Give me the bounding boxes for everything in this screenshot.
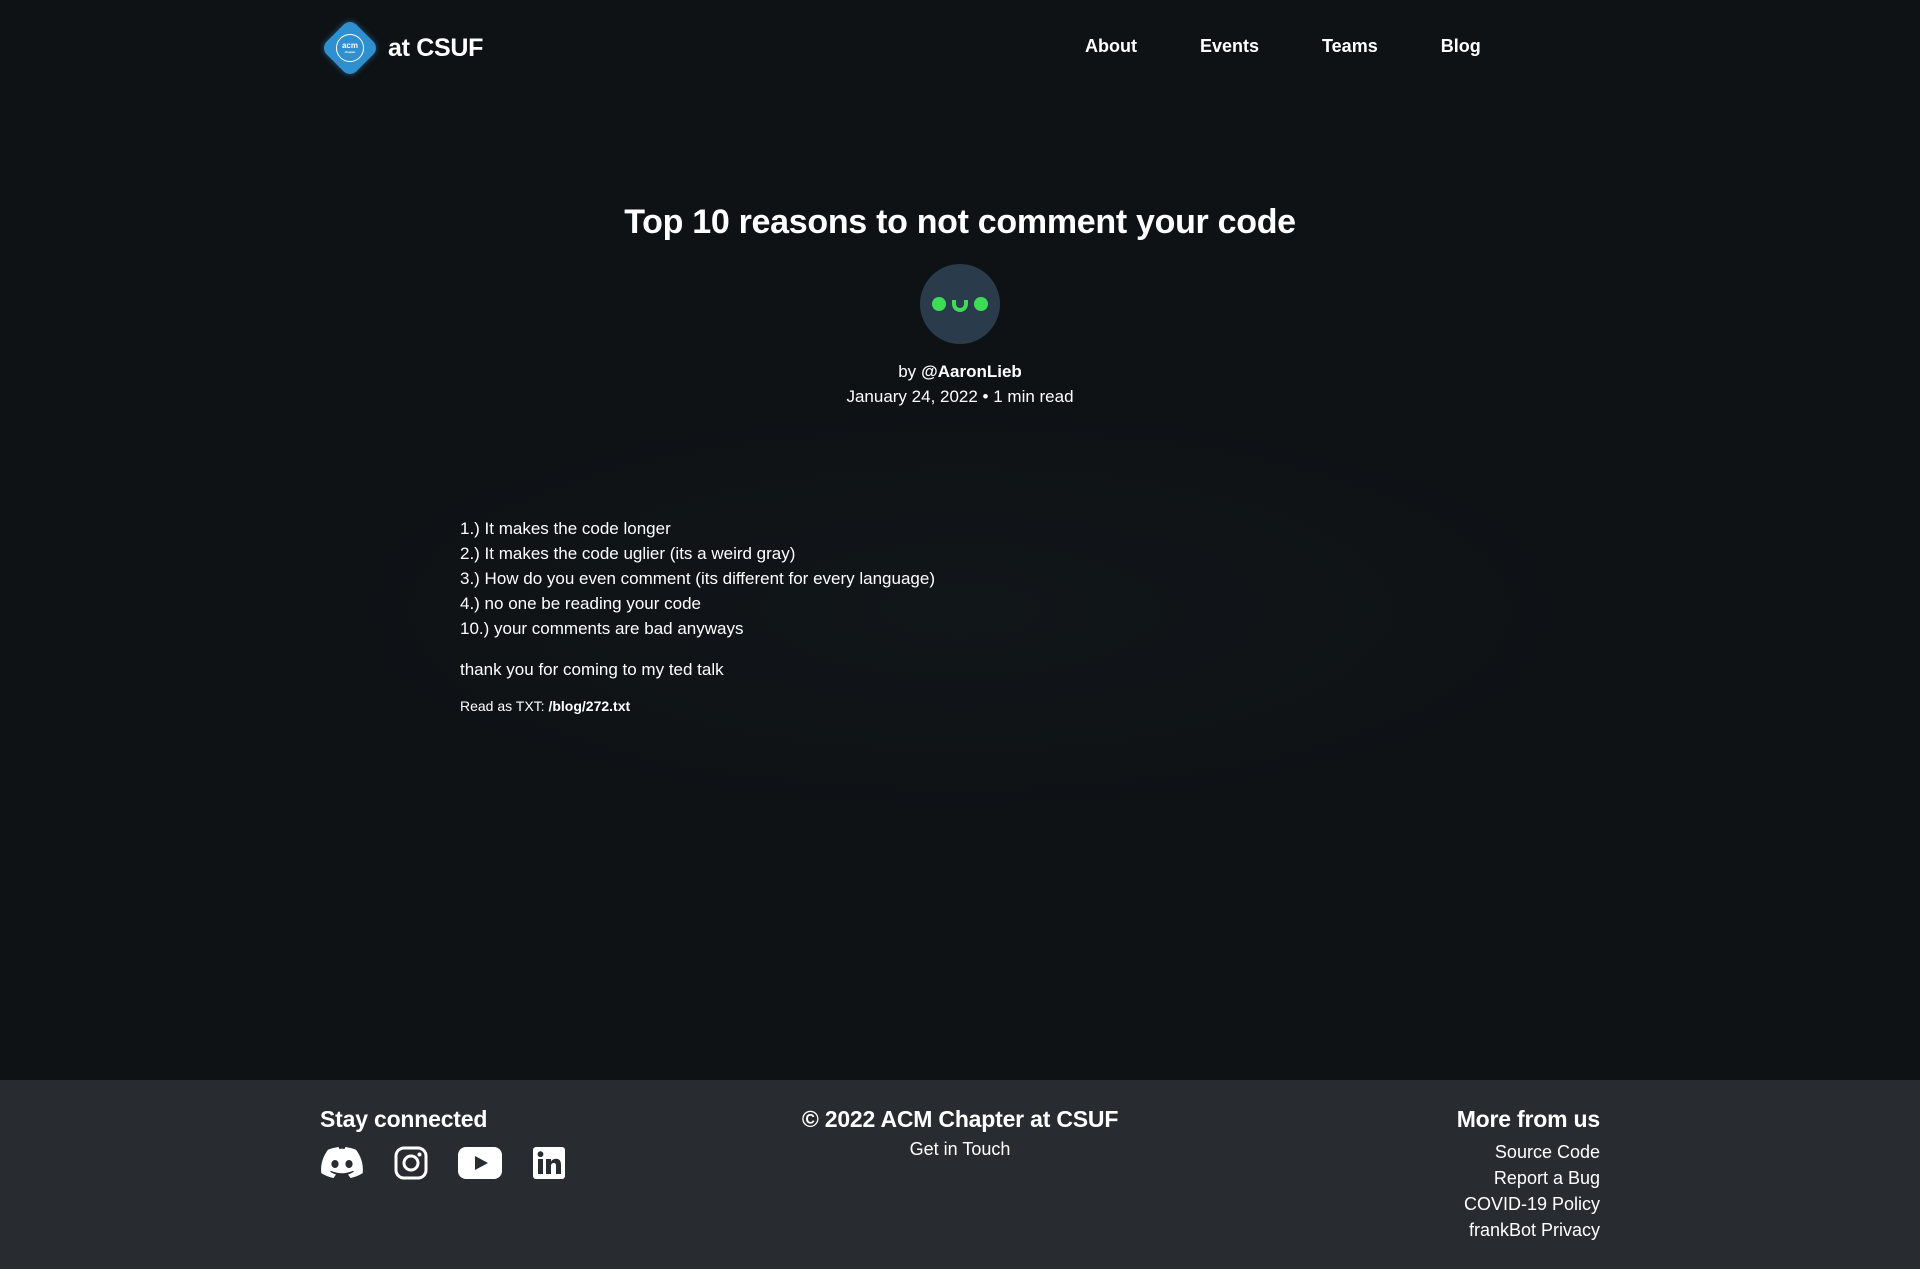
site-footer: Stay connected © 2022 ACM Chapter at CSU… [0,1080,1920,1269]
copyright-text: © 2022 ACM Chapter at CSUF [801,1106,1119,1132]
author-avatar [920,264,1000,344]
nav-about[interactable]: About [1085,36,1137,57]
main-nav: About Events Teams Blog [1085,36,1481,57]
logo-text: at CSUF [388,33,484,62]
nav-events[interactable]: Events [1200,36,1259,57]
post-line: 2.) It makes the code uglier (its a weir… [460,544,796,563]
more-from-us-heading: More from us [1456,1106,1600,1132]
get-in-touch-link[interactable]: Get in Touch [910,1139,1011,1160]
post-line: 10.) your comments are bad anyways [460,619,744,638]
avatar-smile [952,300,968,312]
post-byline: by @AaronLieb [0,362,1920,382]
post-line: 3.) How do you even comment (its differe… [460,569,935,588]
read-as-txt-label: Read as TXT: [460,698,545,714]
nav-teams[interactable]: Teams [1322,36,1378,57]
footer-center-section: © 2022 ACM Chapter at CSUF Get in Touch [0,1106,1920,1160]
avatar-left-eye [932,297,946,311]
read-as-txt: Read as TXT: /blog/272.txt [460,698,1460,714]
author-handle-link[interactable]: @AaronLieb [921,362,1022,381]
post-title: Top 10 reasons to not comment your code [624,203,1296,241]
txt-path-link[interactable]: /blog/272.txt [548,698,630,714]
post-body: 1.) It makes the code longer 2.) It make… [460,516,1460,714]
acm-logo-icon: acm chapter [320,18,380,78]
covid-policy-link[interactable]: COVID-19 Policy [1457,1191,1600,1217]
nav-blog[interactable]: Blog [1441,36,1481,57]
footer-more-section: More from us Source Code Report a Bug CO… [1457,1106,1600,1243]
post-line: 1.) It makes the code longer [460,519,671,538]
footer-links: Source Code Report a Bug COVID-19 Policy… [1457,1139,1600,1243]
report-bug-link[interactable]: Report a Bug [1457,1165,1600,1191]
post-closing: thank you for coming to my ted talk [460,660,724,679]
site-logo-link[interactable]: acm chapter at CSUF [320,18,483,78]
post-line: 4.) no one be reading your code [460,594,702,613]
site-header: acm chapter at CSUF About Events Teams B… [0,0,1920,96]
frankbot-privacy-link[interactable]: frankBot Privacy [1457,1217,1600,1243]
avatar-right-eye [974,297,988,311]
byline-prefix: by [898,362,917,381]
source-code-link[interactable]: Source Code [1457,1139,1600,1165]
